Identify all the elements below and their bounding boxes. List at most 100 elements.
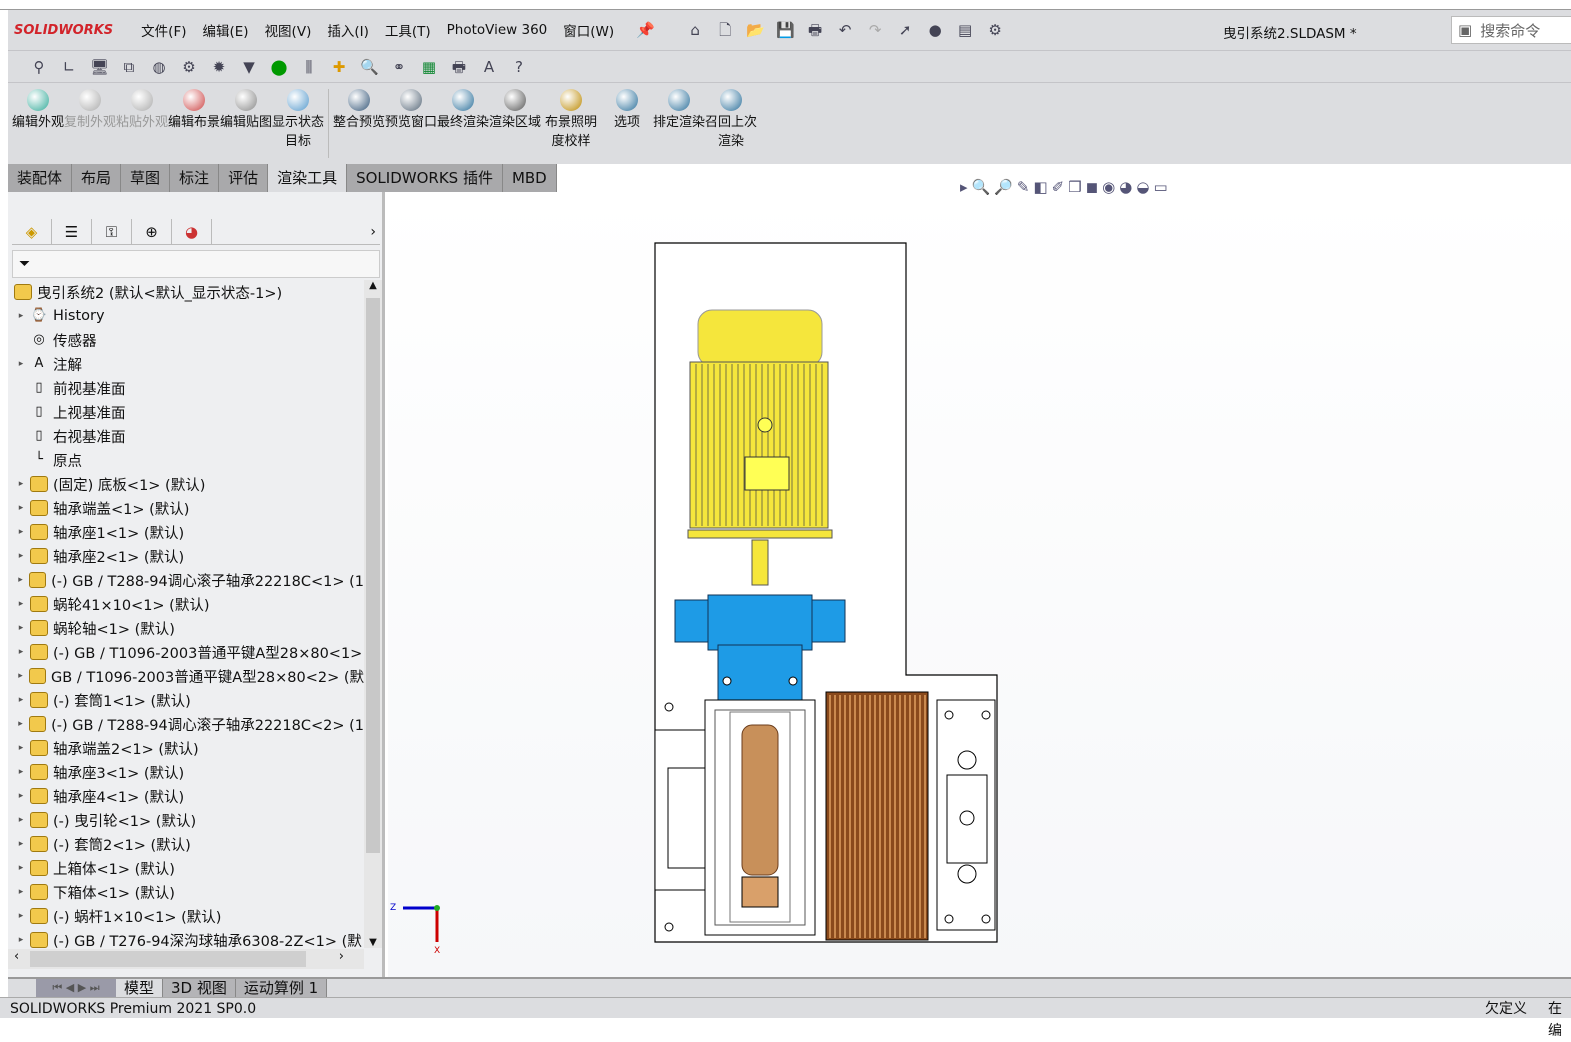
- menu-insert[interactable]: 插入(I): [327, 20, 369, 40]
- spring-icon[interactable]: ⫼: [300, 58, 318, 76]
- expand-arrow-icon[interactable]: ▸: [14, 647, 28, 657]
- cmd-button-1[interactable]: 复制外观: [64, 83, 116, 164]
- bottom-tab-1[interactable]: 3D 视图: [163, 979, 236, 997]
- tree-item[interactable]: ◎ 传感器: [8, 328, 364, 352]
- location-pin-icon[interactable]: ⬤: [270, 58, 288, 76]
- options-gear-icon[interactable]: ⚙: [986, 21, 1004, 39]
- tab-7[interactable]: MBD: [502, 164, 557, 192]
- excel-icon[interactable]: ▦: [420, 58, 438, 76]
- tree-item[interactable]: ▸ 轴承端盖<1> (默认): [8, 496, 364, 520]
- expand-arrow-icon[interactable]: ▸: [14, 671, 27, 681]
- cmd-button-0[interactable]: 编辑外观: [12, 83, 64, 164]
- tab-5[interactable]: 渲染工具: [268, 164, 348, 192]
- tree-item[interactable]: ▸ 蜗轮41×10<1> (默认): [8, 592, 364, 616]
- cmd-button-13[interactable]: 召回上次渲染: [705, 83, 757, 164]
- tab-2[interactable]: 草图: [121, 164, 171, 192]
- expand-arrow-icon[interactable]: ▸: [14, 359, 28, 369]
- undo-icon[interactable]: ↶: [836, 21, 854, 39]
- text-icon[interactable]: A: [480, 58, 498, 76]
- expand-arrow-icon[interactable]: ▸: [14, 911, 28, 921]
- expand-arrow-icon[interactable]: ▸: [14, 767, 28, 777]
- expand-arrow-icon[interactable]: ▸: [14, 719, 27, 729]
- tree-item[interactable]: ▸ 轴承座4<1> (默认): [8, 784, 364, 808]
- cmd-button-6[interactable]: 整合预览: [333, 83, 385, 164]
- expand-arrow-icon[interactable]: ▸: [14, 791, 28, 801]
- vertical-scrollbar[interactable]: ▲ ▼: [364, 280, 382, 948]
- expand-arrow-icon[interactable]: ▸: [14, 815, 28, 825]
- cmd-button-10[interactable]: 布景照明度校样: [541, 83, 601, 164]
- display-manager-tab-icon[interactable]: ◕: [172, 219, 212, 245]
- tree-item[interactable]: ▸ 轴承端盖2<1> (默认): [8, 736, 364, 760]
- tab-3[interactable]: 标注: [170, 164, 220, 192]
- tab-1[interactable]: 布局: [72, 164, 122, 192]
- cmd-button-3[interactable]: 编辑布景: [168, 83, 220, 164]
- bucket-icon[interactable]: ▼: [240, 58, 258, 76]
- tab-0[interactable]: 装配体: [8, 164, 73, 192]
- bolt-icon[interactable]: ⚲: [30, 58, 48, 76]
- cmd-button-8[interactable]: 最终渲染: [437, 83, 489, 164]
- tab-nav-arrows[interactable]: ⏮ ◀ ▶ ⏭: [36, 979, 116, 997]
- tree-item[interactable]: ▸ (-) GB / T288-94调心滚子轴承22218C<2> (1: [8, 712, 364, 736]
- menu-edit[interactable]: 编辑(E): [202, 20, 248, 40]
- file-properties-icon[interactable]: ▤: [956, 21, 974, 39]
- tree-item[interactable]: ▸ GB / T1096-2003普通平键A型28×80<2> (默: [8, 664, 364, 688]
- print-icon[interactable]: 🖶: [806, 21, 824, 39]
- tree-item[interactable]: ▸ (-) GB / T288-94调心滚子轴承22218C<1> (1: [8, 568, 364, 592]
- printer-icon[interactable]: 🖶: [450, 58, 468, 76]
- tab-4[interactable]: 评估: [219, 164, 269, 192]
- filter-icon[interactable]: ⏷: [12, 250, 380, 278]
- binoculars-icon[interactable]: ⚭: [390, 58, 408, 76]
- tree-item[interactable]: ▸ (固定) 底板<1> (默认): [8, 472, 364, 496]
- cmd-button-7[interactable]: 预览窗口: [385, 83, 437, 164]
- gear-dark-icon[interactable]: ✹: [210, 58, 228, 76]
- tab-6[interactable]: SOLIDWORKS 插件: [347, 164, 503, 192]
- horizontal-scrollbar[interactable]: ‹ ›: [8, 949, 364, 969]
- new-document-icon[interactable]: 🗋: [716, 21, 734, 39]
- tree-item[interactable]: └ 原点: [8, 448, 364, 472]
- cross-icon[interactable]: ✚: [330, 58, 348, 76]
- cmd-button-11[interactable]: 选项: [601, 83, 653, 164]
- gear-icon[interactable]: ⚙: [180, 58, 198, 76]
- expand-arrow-icon[interactable]: ▸: [14, 551, 28, 561]
- select-icon[interactable]: ➚: [896, 21, 914, 39]
- menu-photoview[interactable]: PhotoView 360: [447, 22, 548, 38]
- redo-icon[interactable]: ↷: [866, 21, 884, 39]
- tree-item[interactable]: ▯ 右视基准面: [8, 424, 364, 448]
- expand-arrow-icon[interactable]: ▸: [14, 527, 28, 537]
- globe-icon[interactable]: ◍: [150, 58, 168, 76]
- expand-arrow-icon[interactable]: ▸: [14, 479, 28, 489]
- tree-item[interactable]: ▯ 上视基准面: [8, 400, 364, 424]
- tree-root[interactable]: 曳引系统2 (默认<默认_显示状态-1>): [8, 280, 364, 304]
- expand-arrow-icon[interactable]: ▸: [14, 887, 28, 897]
- tree-item[interactable]: ▯ 前视基准面: [8, 376, 364, 400]
- tree-item[interactable]: ▸ (-) 蜗杆1×10<1> (默认): [8, 904, 364, 928]
- tree-item[interactable]: ▸ ⌚ History: [8, 304, 364, 328]
- expand-arrow-icon[interactable]: ▸: [14, 743, 28, 753]
- cmd-button-5[interactable]: 显示状态目标: [272, 83, 324, 164]
- expand-arrow-icon[interactable]: ▸: [14, 623, 28, 633]
- menu-window[interactable]: 窗口(W): [563, 20, 614, 40]
- cmd-button-2[interactable]: 粘贴外观: [116, 83, 168, 164]
- tree-item[interactable]: ▸ 上箱体<1> (默认): [8, 856, 364, 880]
- tree-item[interactable]: ▸ (-) 套筒2<1> (默认): [8, 832, 364, 856]
- feature-tree-tab-icon[interactable]: ◈: [12, 219, 52, 245]
- traffic-light-icon[interactable]: ●: [926, 21, 944, 39]
- angle-icon[interactable]: ∟: [60, 58, 78, 76]
- configuration-tab-icon[interactable]: ⚿: [92, 219, 132, 245]
- menu-file[interactable]: 文件(F): [141, 20, 186, 40]
- tree-item[interactable]: ▸ (-) GB / T276-94深沟球轴承6308-2Z<1> (默: [8, 928, 364, 948]
- tree-item[interactable]: ▸ 蜗轮轴<1> (默认): [8, 616, 364, 640]
- tree-item[interactable]: ▸ 轴承座1<1> (默认): [8, 520, 364, 544]
- search-commands-input[interactable]: ▣ 搜索命令: [1451, 16, 1571, 44]
- dimxpert-tab-icon[interactable]: ⊕: [132, 219, 172, 245]
- open-icon[interactable]: 📂: [746, 21, 765, 39]
- cmd-button-9[interactable]: 渲染区域: [489, 83, 541, 164]
- help-icon[interactable]: ?: [510, 58, 528, 76]
- magnifier-icon[interactable]: 🔍: [360, 58, 379, 76]
- bottom-tab-2[interactable]: 运动算例 1: [235, 979, 328, 997]
- cmd-button-4[interactable]: 编辑贴图: [220, 83, 272, 164]
- chevron-right-icon[interactable]: ›: [370, 219, 380, 244]
- monitor-icon[interactable]: 🖥: [90, 58, 109, 76]
- expand-arrow-icon[interactable]: ▸: [14, 575, 27, 585]
- expand-arrow-icon[interactable]: ▸: [14, 311, 28, 321]
